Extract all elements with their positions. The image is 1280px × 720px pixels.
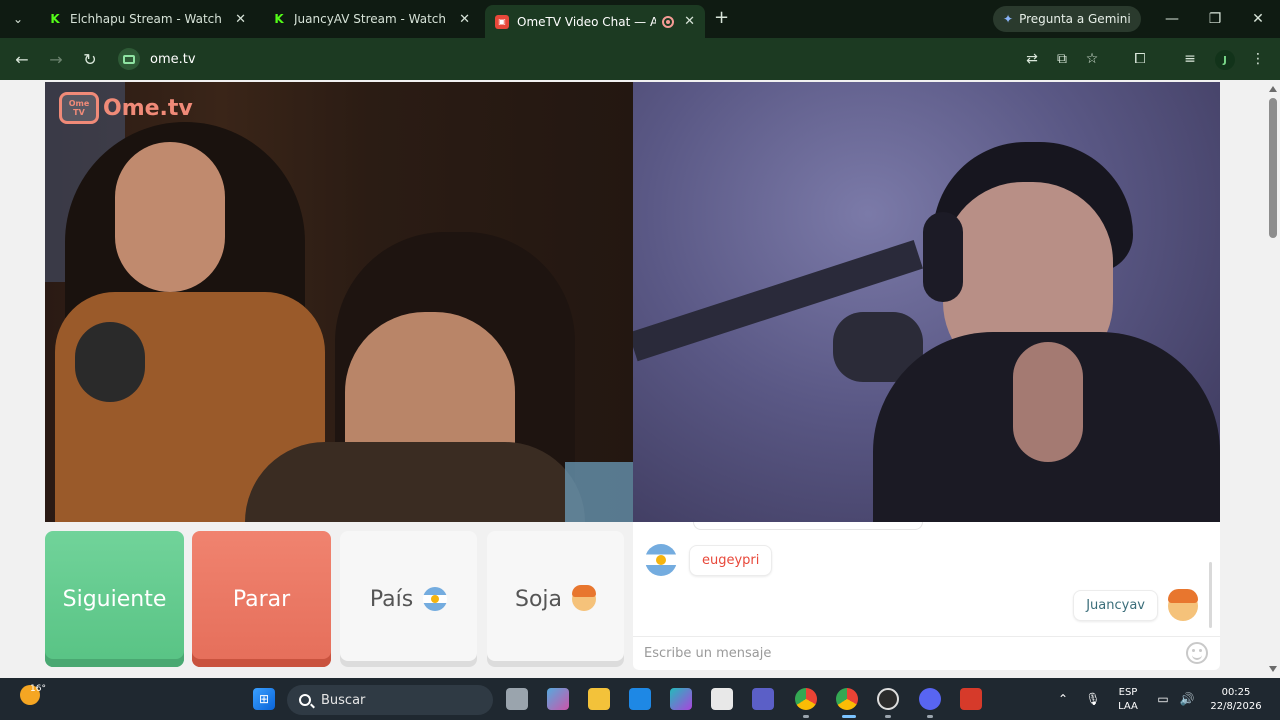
teams-icon[interactable] [752,688,774,710]
app-icon[interactable] [960,688,982,710]
previous-message-fragment [693,522,923,530]
address-bar[interactable]: ome.tv [112,43,1012,75]
task-view-icon[interactable] [506,688,528,710]
tab-juancyav[interactable]: K JuancyAV Stream - Watch Live o ✕ [262,5,480,33]
gender-filter-button[interactable]: Soja [487,531,624,667]
copilot-icon[interactable] [547,688,569,710]
url-text: ome.tv [150,51,196,67]
gemini-icon: ✦ [1003,12,1014,26]
stranger-video: Ome TV Ome.tv [45,82,633,522]
extensions-icon[interactable]: ⧠ [1130,49,1150,69]
chrome-icon[interactable] [795,688,817,710]
file-explorer-icon[interactable] [588,688,610,710]
stop-label: Parar [232,586,291,612]
obs-icon[interactable] [877,688,899,710]
start-windows-icon[interactable]: ⊞ [253,688,275,710]
chevron-up-icon[interactable]: ⌃ [1052,688,1074,710]
discord-icon[interactable] [919,688,941,710]
browser-toolbar: ← → ↻ ome.tv ⇄ ⧉ ☆ ⧠ ≡ ⋮ [0,38,1280,80]
page-scrollbar[interactable] [1266,80,1280,678]
clock-date: 22/8/2026 [1210,701,1262,712]
layout-code: LAA [1118,701,1138,712]
close-window-button[interactable]: ✕ [1236,0,1280,38]
microsoft-365-icon[interactable] [670,688,692,710]
scroll-thumb[interactable] [1269,98,1277,238]
minimize-button[interactable]: — [1150,0,1194,38]
tab-elchhapu[interactable]: K Elchhapu Stream - Watch Live o ✕ [38,5,256,33]
ometv-logo-icon: Ome TV [59,92,99,124]
browser-tab-bar: ⌄ K Elchhapu Stream - Watch Live o ✕ K J… [0,0,1280,38]
ometv-page: Ome TV Ome.tv Siguiente Parar País Soja … [0,80,1266,678]
close-icon[interactable]: ✕ [459,12,470,27]
bookmark-star-icon[interactable]: ☆ [1082,49,1102,69]
forward-button[interactable]: → [46,49,66,69]
site-info-icon[interactable] [118,48,140,70]
country-filter-button[interactable]: País [340,531,477,667]
message-input[interactable]: Escribe un mensaje [633,636,1220,670]
media-controls-icon[interactable]: ≡ [1180,49,1200,69]
taskbar-search[interactable]: Buscar [287,685,493,715]
microphone-icon[interactable]: 🎙 [1082,688,1104,710]
new-tab-button[interactable]: + [714,9,729,27]
kick-icon: K [50,12,60,26]
search-label: Buscar [321,692,366,708]
chat-message-me: Juancyav [1073,588,1198,621]
weather-temperature: 16° [30,684,46,694]
install-app-icon[interactable]: ⧉ [1052,49,1072,69]
chat-message-them: eugeypri [645,544,773,576]
scroll-up-arrow-icon[interactable] [1269,86,1277,92]
tab-title: JuancyAV Stream - Watch Live o [294,12,449,26]
active-indicator [842,715,856,718]
message-bubble: Juancyav [1073,590,1158,621]
emoji-picker-icon[interactable] [1186,642,1208,664]
scroll-down-arrow-icon[interactable] [1269,666,1277,672]
back-button[interactable]: ← [12,49,32,69]
tab-title: Elchhapu Stream - Watch Live o [70,12,225,26]
language-code: ESP [1118,687,1138,698]
keyboard-language[interactable]: ESP LAA [1113,686,1143,714]
ometv-logo: Ome TV Ome.tv [59,92,193,124]
boy-emoji-icon [1168,588,1198,621]
close-icon[interactable]: ✕ [235,12,246,27]
outlook-icon[interactable] [629,688,651,710]
chrome-active-icon[interactable] [836,688,858,710]
clock[interactable]: 00:25 22/8/2026 [1206,686,1266,714]
own-video [633,82,1220,522]
recording-icon [662,15,675,28]
profile-avatar[interactable]: J [1215,50,1235,70]
next-button[interactable]: Siguiente [45,531,184,667]
argentina-flag-icon [423,587,448,611]
volume-icon[interactable]: 🔊 [1176,688,1198,710]
stop-button[interactable]: Parar [192,531,331,667]
kick-icon: K [274,12,284,26]
tab-search-button[interactable]: ⌄ [0,0,36,38]
running-indicator [927,715,933,718]
tab-title: OmeTV Video Chat — Alter [517,14,657,29]
next-label: Siguiente [62,586,167,612]
gemini-label: Pregunta a Gemini [1019,12,1131,26]
network-icon[interactable]: ▭ [1152,688,1174,710]
chat-panel: eugeypri Juancyav Escribe un mensaje [633,522,1220,670]
chat-scrollbar[interactable] [1209,562,1212,628]
translate-icon[interactable]: ⇄ [1022,49,1042,69]
menu-icon[interactable]: ⋮ [1248,49,1268,69]
store-icon[interactable] [711,688,733,710]
clock-time: 00:25 [1221,687,1251,698]
ometv-icon: ▣ [495,14,509,29]
running-indicator [803,715,809,718]
running-indicator [885,715,891,718]
message-bubble: eugeypri [689,544,773,576]
boy-emoji-icon [572,585,597,611]
ometv-logo-text: Ome.tv [103,95,193,121]
argentina-flag-icon [645,544,677,576]
country-label: País [369,586,414,612]
restore-button[interactable]: ❐ [1193,0,1237,38]
close-icon[interactable]: ✕ [684,14,695,29]
search-icon [299,694,311,706]
reload-button[interactable]: ↻ [80,49,100,69]
tab-ometv[interactable]: ▣ OmeTV Video Chat — Alter ✕ [485,5,705,38]
gemini-button[interactable]: ✦ Pregunta a Gemini [993,6,1141,32]
gender-label: Soja [514,586,563,612]
